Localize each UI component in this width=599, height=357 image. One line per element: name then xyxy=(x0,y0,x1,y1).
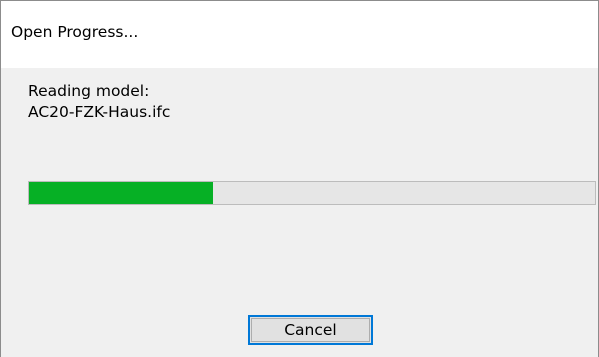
progress-bar-fill xyxy=(29,182,213,204)
dialog-titlebar: Open Progress... xyxy=(1,1,598,68)
status-label: Reading model: xyxy=(28,82,150,100)
dialog-title: Open Progress... xyxy=(11,23,139,41)
cancel-button[interactable]: Cancel xyxy=(248,315,373,345)
open-progress-dialog: Open Progress... Reading model: AC20-FZK… xyxy=(0,0,599,357)
status-message: Reading model: AC20-FZK-Haus.ifc xyxy=(28,81,170,123)
model-file-name: AC20-FZK-Haus.ifc xyxy=(28,103,171,121)
progress-bar xyxy=(28,181,596,205)
